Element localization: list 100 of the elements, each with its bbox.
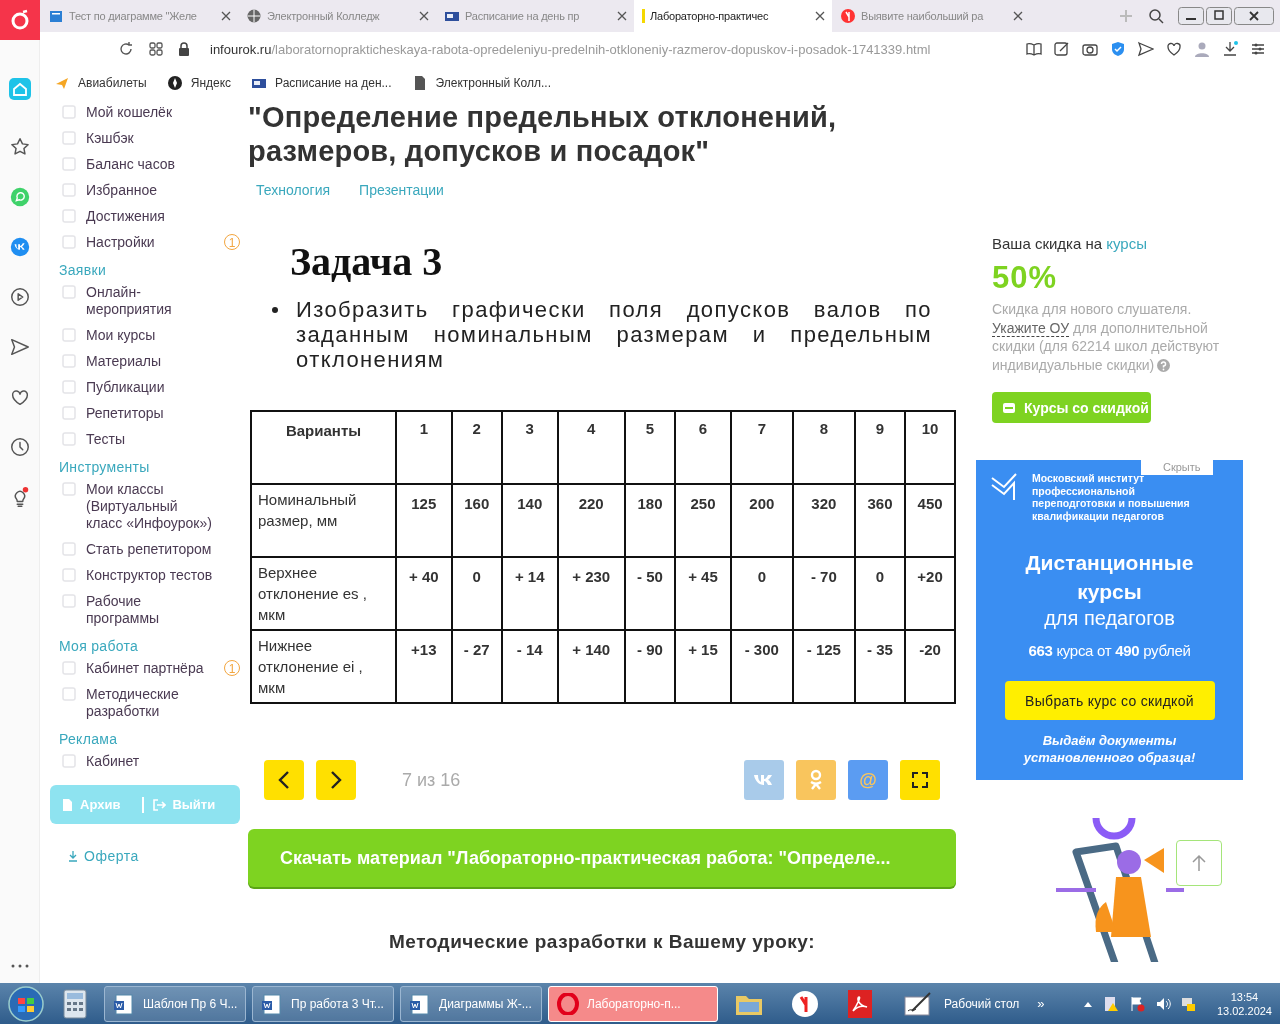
close-icon[interactable] <box>814 10 826 22</box>
menu-item[interactable]: Кабинет партнёра <box>86 660 214 677</box>
menu-item[interactable]: Достижения <box>86 208 216 225</box>
school-link[interactable]: Укажите ОУ <box>992 319 1070 337</box>
table-cell: 220 <box>557 484 625 557</box>
search-icon[interactable] <box>1148 8 1164 24</box>
menu-item[interactable]: Публикации <box>86 379 216 396</box>
menu-item[interactable]: Избранное <box>86 182 216 199</box>
document-icon <box>113 992 135 1015</box>
opera-logo[interactable] <box>0 0 40 40</box>
logout-icon <box>152 797 167 812</box>
table-cell: 0 <box>854 557 906 630</box>
menu-item[interactable]: Мои курсы <box>86 327 216 344</box>
table-cell: - 27 <box>451 630 502 703</box>
download-icon[interactable] <box>1222 41 1238 57</box>
ad-offer: 663 курса от 490 рублей <box>1028 642 1191 659</box>
letter-icon[interactable] <box>790 988 820 1019</box>
menu-item[interactable]: Баланс часов <box>86 156 216 173</box>
person-icon <box>808 769 824 791</box>
camera-icon[interactable] <box>1082 41 1098 57</box>
table-cell: - 125 <box>792 630 855 703</box>
table-cell: - 50 <box>624 557 676 630</box>
taskbar-window[interactable]: Диаграммы Ж-... <box>400 985 542 1022</box>
menu-item[interactable]: Кэшбэк <box>86 130 216 147</box>
warning-icon[interactable] <box>1102 995 1119 1012</box>
bookmark-link[interactable]: Расписание на ден... <box>275 76 392 90</box>
ad-subtitle: для педагогов <box>1044 607 1175 630</box>
table-cell: + 15 <box>675 630 731 703</box>
menu-item[interactable]: Мои классы (Виртуальный класс «Инфоурок») <box>86 481 216 532</box>
vk-icon <box>753 773 775 787</box>
minimize-icon[interactable] <box>1178 7 1204 25</box>
menu-item[interactable]: Стать репетитором <box>86 541 216 558</box>
play-icon[interactable] <box>8 286 31 308</box>
close-icon[interactable] <box>616 10 628 22</box>
section-heading: Инструменты <box>59 459 151 475</box>
close-icon[interactable] <box>1012 10 1024 22</box>
send-icon[interactable] <box>1138 41 1154 57</box>
table-cell: +13 <box>396 630 452 703</box>
close-icon[interactable] <box>418 10 430 22</box>
arrow-up-icon <box>1191 854 1207 872</box>
heart-icon[interactable] <box>1166 41 1182 57</box>
start-button-icon[interactable] <box>6 983 46 1024</box>
menu-item[interactable]: Материалы <box>86 353 216 370</box>
grid-icon[interactable] <box>148 41 164 57</box>
reload-icon[interactable] <box>118 41 134 57</box>
menu-item[interactable]: Репетиторы <box>86 405 216 422</box>
discount-percent: 50% <box>992 260 1059 296</box>
menu-item-icon <box>62 568 76 582</box>
compass-icon[interactable] <box>166 75 183 91</box>
taskbar-window[interactable]: Пр работа 3 Чт... <box>252 985 394 1022</box>
table-cell: 0 <box>451 557 502 630</box>
chevron-left-icon <box>277 770 291 790</box>
close-icon[interactable] <box>1234 7 1274 25</box>
table-cell: 7 <box>730 411 793 484</box>
menu-item[interactable]: Рабочие программы <box>86 593 216 627</box>
settings-icon[interactable] <box>1250 41 1266 57</box>
lock-icon <box>178 42 190 56</box>
more-icon[interactable] <box>10 963 29 969</box>
send-icon[interactable] <box>8 336 31 358</box>
previous-button[interactable] <box>264 760 304 800</box>
discount-text: Скидка для нового слушателя. Укажите ОУ для дополнительной скидки (для 62214 школ действуют индивидуальные скидки) <box>992 300 1221 374</box>
next-button[interactable] <box>316 760 356 800</box>
menu-item[interactable]: Кабинет <box>86 753 216 770</box>
menu-item[interactable]: Настройки <box>86 234 214 251</box>
star-icon[interactable] <box>8 136 31 158</box>
copy-icon <box>60 797 74 812</box>
clock-icon[interactable] <box>8 436 31 458</box>
shield-icon[interactable] <box>1110 41 1126 57</box>
vk-icon[interactable] <box>8 236 31 258</box>
table-cell: Верхнее отклонение es , мкм <box>251 557 396 630</box>
menu-item[interactable]: Онлайн-мероприятия <box>86 284 216 318</box>
menu-item[interactable]: Конструктор тестов <box>86 567 216 584</box>
table-cell: 4 <box>557 411 625 484</box>
maximize-icon[interactable] <box>1206 7 1232 25</box>
table-cell: 250 <box>675 484 731 557</box>
bookmark-link[interactable]: Электронный Колл... <box>435 76 551 90</box>
edit-icon[interactable] <box>1054 41 1070 57</box>
address-field[interactable]: infourok.ru/laboratornoprakticheskaya-rabota-opredeleniyu-predelnih-otkloneniy-razmerov-dopuskov-i-posadok-1741339.html <box>210 41 931 57</box>
desktop-label[interactable]: Рабочий стол <box>944 996 1020 1011</box>
ad-title: Дистанционные курсы <box>1024 550 1195 605</box>
table-cell: 8 <box>792 411 855 484</box>
bookmark-link[interactable]: Авиабилеты <box>78 76 147 90</box>
menu-item-icon <box>62 328 76 342</box>
menu-item-icon <box>62 105 76 119</box>
table-cell: + 40 <box>396 557 452 630</box>
chevron-right-icon <box>329 770 343 790</box>
browser-tab[interactable]: Лабораторно-практичес <box>634 0 832 32</box>
fullscreen-button[interactable] <box>900 760 940 800</box>
slide-counter: 7 из 16 <box>402 769 461 791</box>
menu-item[interactable]: Тесты <box>86 431 216 448</box>
more-button[interactable]: » <box>1037 996 1045 1011</box>
section-heading: Заявки <box>59 262 107 278</box>
choose-course-button[interactable]: Выбрать курс со скидкой <box>1004 681 1215 720</box>
bookmark-link[interactable]: Яндекс <box>190 76 232 90</box>
pdf-icon[interactable] <box>846 988 874 1019</box>
close-icon[interactable] <box>220 10 232 22</box>
menu-item[interactable]: Мой кошелёк <box>86 104 216 121</box>
menu-item[interactable]: Методические разработки <box>86 686 216 720</box>
taskbar-window[interactable]: Шаблон Пр 6 Ч... <box>104 985 246 1022</box>
calculator-icon[interactable] <box>62 988 88 1019</box>
